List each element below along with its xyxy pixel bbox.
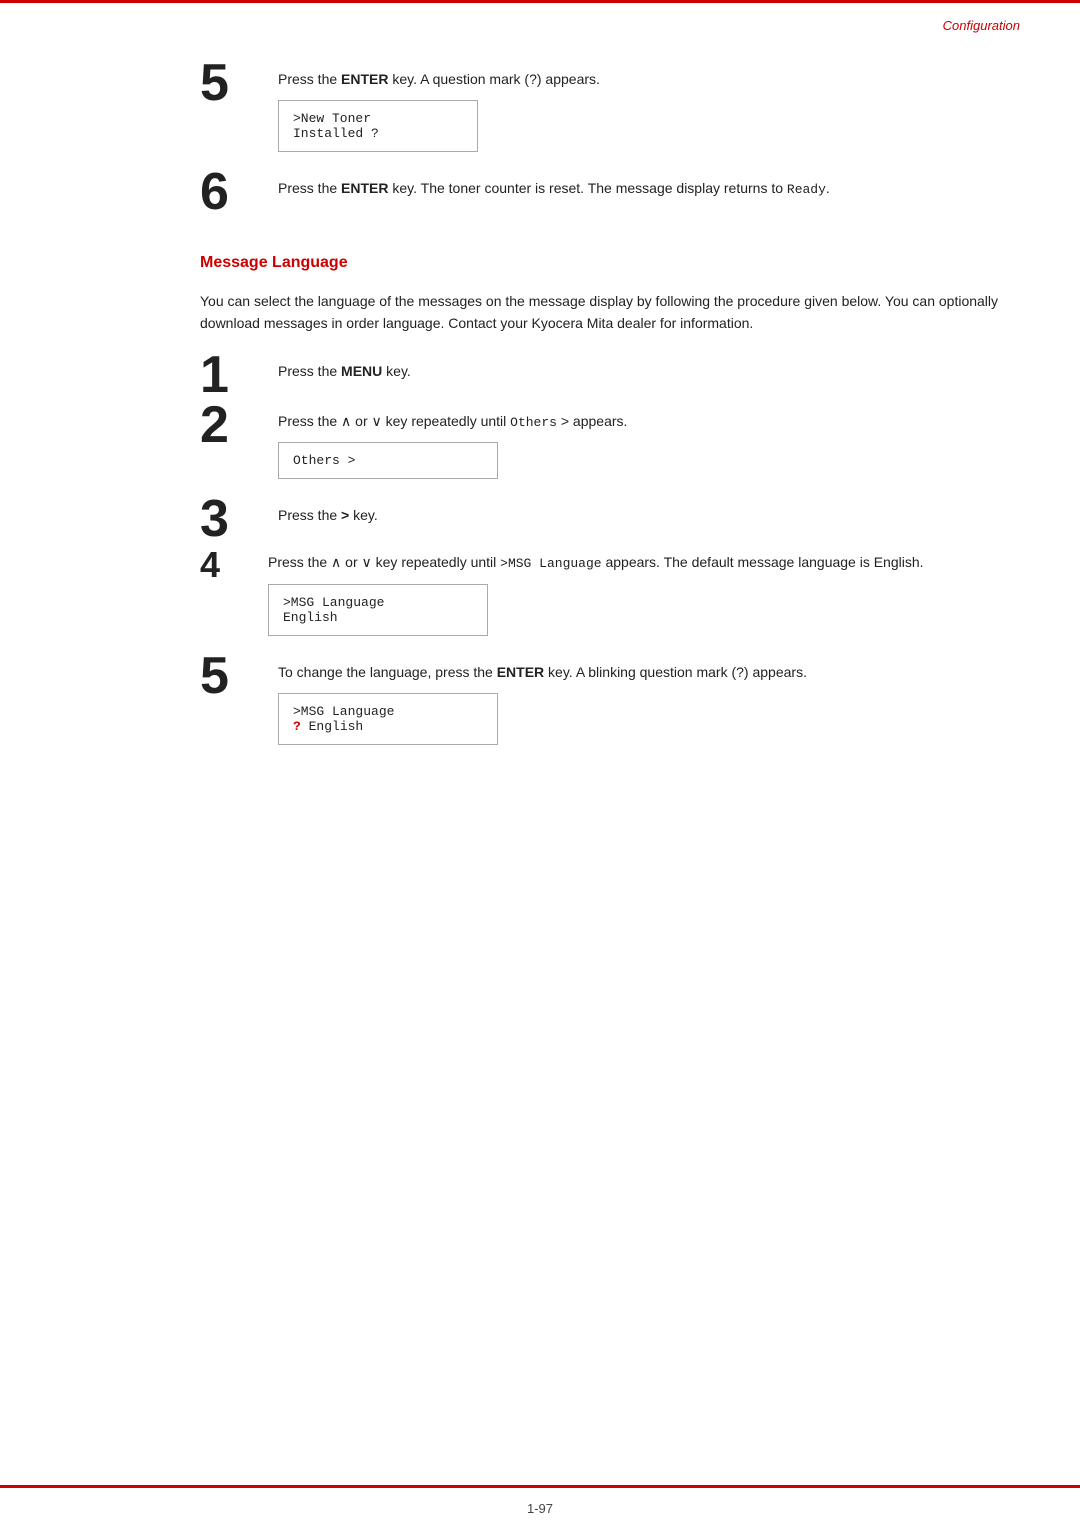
- ml-step3-content: Press the > key.: [278, 499, 1020, 526]
- ml-step1-key: MENU: [341, 363, 382, 379]
- ml-step3-text-after: key.: [349, 507, 378, 523]
- prior-step5-text: Press the ENTER key. A question mark (?)…: [278, 63, 1020, 90]
- ml-step2-row: 2 Press the ∧ or ∨ key repeatedly until …: [200, 405, 1020, 496]
- ml-step3-text-before: Press the: [278, 507, 341, 523]
- ml-step2-text-before: Press the ∧ or ∨ key repeatedly until: [278, 413, 510, 429]
- prior-step5-row: 5 Press the ENTER key. A question mark (…: [200, 63, 1020, 168]
- prior-step5-content: Press the ENTER key. A question mark (?)…: [278, 63, 1020, 168]
- main-content: 5 Press the ENTER key. A question mark (…: [0, 33, 1080, 825]
- prior-step6-key: ENTER: [341, 180, 388, 196]
- prior-step6-text-after: key. The toner counter is reset. The mes…: [388, 180, 786, 196]
- prior-step5-number: 5: [200, 57, 260, 109]
- ml-step5-row: 5 To change the language, press the ENTE…: [200, 656, 1020, 761]
- ml-step2-display-line1: Others >: [293, 453, 483, 468]
- ml-step2-text-after: > appears.: [557, 413, 627, 429]
- ml-step1-text-before: Press the: [278, 363, 341, 379]
- ml-step2-mono: Others: [510, 415, 557, 430]
- message-language-section: Message Language: [200, 254, 1020, 272]
- ml-step4-mono: >MSG Language: [500, 556, 601, 571]
- prior-step5-display: >New Toner Installed ?: [278, 100, 478, 152]
- prior-step5-text-end: appears.: [542, 71, 600, 87]
- prior-step5-mark: (?): [524, 71, 541, 87]
- ml-step4-display: >MSG Language English: [268, 584, 488, 636]
- prior-step5-display-line1: >New Toner: [293, 111, 463, 126]
- page-footer: 1-97: [0, 1501, 1080, 1516]
- prior-step5-text-after: key. A question mark: [388, 71, 524, 87]
- ml-step4-text-before: Press the ∧ or ∨ key repeatedly until: [268, 554, 500, 570]
- ml-step1-text-after: key.: [382, 363, 411, 379]
- ml-step4-row: 4 Press the ∧ or ∨ key repeatedly until …: [200, 549, 1020, 652]
- ml-step3-text: Press the > key.: [278, 499, 1020, 526]
- ml-step4-text-after: appears. The default message language is…: [602, 554, 924, 570]
- prior-step6-text-end: .: [826, 180, 830, 196]
- ml-step5-mark: (?): [731, 664, 748, 680]
- prior-step6-text: Press the ENTER key. The toner counter i…: [278, 172, 1020, 200]
- ml-step1-number: 1: [200, 349, 260, 401]
- ml-step5-number: 5: [200, 650, 260, 702]
- ml-step5-key: ENTER: [497, 664, 544, 680]
- page-header: Configuration: [0, 0, 1080, 33]
- ml-step5-text: To change the language, press the ENTER …: [278, 656, 1020, 683]
- message-language-heading: Message Language: [200, 254, 1020, 272]
- ml-step1-text: Press the MENU key.: [278, 355, 1020, 382]
- ml-step4-text: Press the ∧ or ∨ key repeatedly until >M…: [268, 549, 1020, 574]
- ml-step5-display-line2: ? English: [293, 719, 483, 734]
- ml-step5-display-line1: >MSG Language: [293, 704, 483, 719]
- prior-step6-number: 6: [200, 166, 260, 218]
- ml-step4-display-line1: >MSG Language: [283, 595, 473, 610]
- ml-step4-display-line2: English: [283, 610, 473, 625]
- prior-step5-display-line2: Installed ?: [293, 126, 463, 141]
- ml-step2-number: 2: [200, 399, 260, 451]
- prior-step6-row: 6 Press the ENTER key. The toner counter…: [200, 172, 1020, 218]
- prior-step6-content: Press the ENTER key. The toner counter i…: [278, 172, 1020, 200]
- page-container: Configuration 5 Press the ENTER key. A q…: [0, 0, 1080, 1528]
- prior-step6-mono: Ready: [787, 182, 826, 197]
- ml-step2-content: Press the ∧ or ∨ key repeatedly until Ot…: [278, 405, 1020, 496]
- ml-step1-row: 1 Press the MENU key.: [200, 355, 1020, 401]
- ml-step1-content: Press the MENU key.: [278, 355, 1020, 382]
- bottom-border-line: [0, 1485, 1080, 1488]
- footer-page-number: 1-97: [527, 1501, 553, 1516]
- prior-step5-text-before: Press the: [278, 71, 341, 87]
- ml-step5-display: >MSG Language ? English: [278, 693, 498, 745]
- ml-step2-display: Others >: [278, 442, 498, 479]
- ml-step5-text-end: appears.: [749, 664, 807, 680]
- ml-step5-display-line2-text: English: [301, 719, 363, 734]
- prior-step5-key: ENTER: [341, 71, 388, 87]
- top-border-line: [0, 0, 1080, 3]
- ml-step3-number: 3: [200, 493, 260, 545]
- ml-step4-number: 4: [200, 547, 250, 583]
- ml-step5-content: To change the language, press the ENTER …: [278, 656, 1020, 761]
- message-language-intro: You can select the language of the messa…: [200, 290, 1020, 335]
- ml-step5-text-before: To change the language, press the: [278, 664, 497, 680]
- ml-step4-content: Press the ∧ or ∨ key repeatedly until >M…: [268, 549, 1020, 652]
- ml-step3-key: >: [341, 507, 349, 523]
- ml-step5-blink-cursor: ?: [293, 719, 301, 734]
- ml-step2-text: Press the ∧ or ∨ key repeatedly until Ot…: [278, 405, 1020, 433]
- header-title: Configuration: [943, 18, 1020, 33]
- prior-step6-text-before: Press the: [278, 180, 341, 196]
- ml-step5-text-after: key. A blinking question mark: [544, 664, 731, 680]
- ml-step3-row: 3 Press the > key.: [200, 499, 1020, 545]
